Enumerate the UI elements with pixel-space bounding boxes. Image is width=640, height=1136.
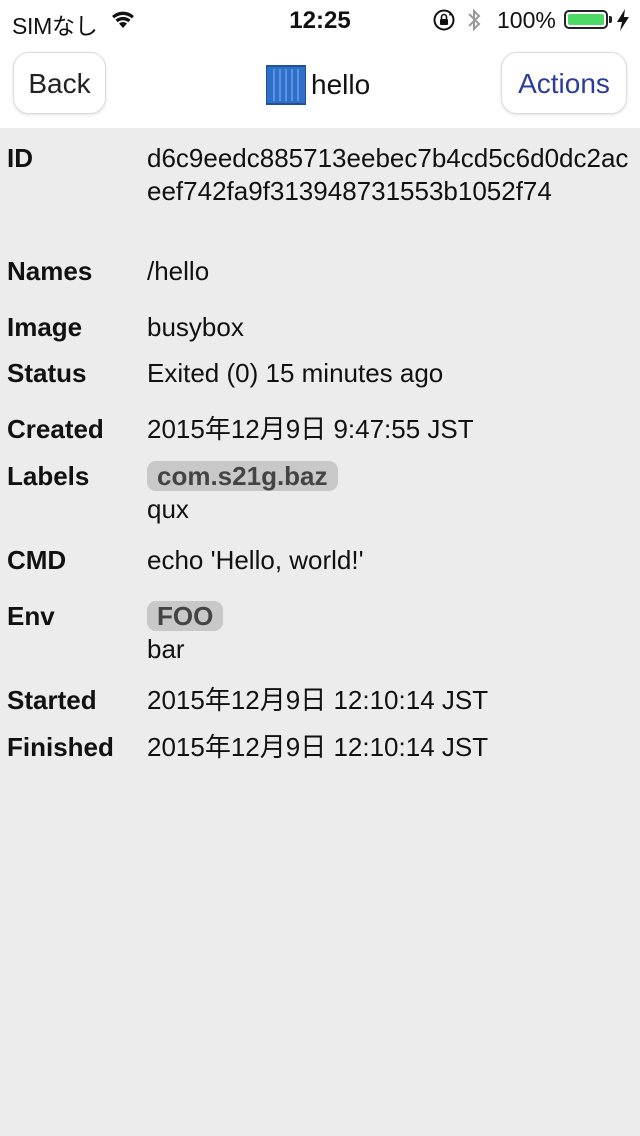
nav-title: hello — [266, 65, 370, 105]
label-value: qux — [147, 494, 189, 524]
env-key-chip: FOO — [147, 601, 224, 631]
detail-value: busybox — [147, 312, 244, 342]
rotation-lock-icon — [432, 8, 456, 37]
detail-value: /hello — [147, 256, 210, 286]
bluetooth-icon — [466, 6, 482, 39]
navigation-bar: Back hello Actions — [0, 40, 640, 128]
container-icon — [266, 65, 306, 105]
detail-key: Labels — [7, 461, 90, 491]
detail-key: ID — [7, 143, 33, 173]
detail-value: d6c9eedc885713eebec7b4cd5c6d0dc2aceef742… — [147, 143, 629, 206]
status-bar: SIMなし 12:25 100% — [0, 0, 640, 40]
detail-key: Created — [7, 414, 104, 444]
detail-value: echo 'Hello, world!' — [147, 545, 364, 575]
page-title: hello — [311, 69, 371, 100]
detail-key: Names — [7, 256, 93, 286]
detail-value: 2015年12月9日 12:10:14 JST — [147, 685, 489, 715]
detail-key: Finished — [7, 732, 114, 762]
detail-key: CMD — [7, 545, 67, 575]
detail-value: 2015年12月9日 12:10:14 JST — [147, 732, 489, 762]
charging-bolt-icon — [616, 8, 630, 37]
back-button[interactable]: Back — [13, 52, 106, 114]
detail-key: Started — [7, 685, 97, 715]
actions-button[interactable]: Actions — [501, 52, 627, 114]
detail-key: Image — [7, 312, 83, 342]
detail-value: Exited (0) 15 minutes ago — [147, 358, 444, 388]
battery-level — [568, 14, 604, 25]
detail-value: 2015年12月9日 9:47:55 JST — [147, 414, 474, 444]
label-key-chip: com.s21g.baz — [147, 461, 338, 491]
battery-percent: 100% — [497, 7, 556, 33]
detail-key: Status — [7, 358, 87, 388]
env-value: bar — [147, 634, 185, 664]
detail-key: Env — [7, 601, 55, 631]
detail-value: com.s21g.baz qux — [147, 460, 632, 526]
battery-icon — [564, 10, 612, 29]
detail-value: FOO bar — [147, 600, 632, 666]
